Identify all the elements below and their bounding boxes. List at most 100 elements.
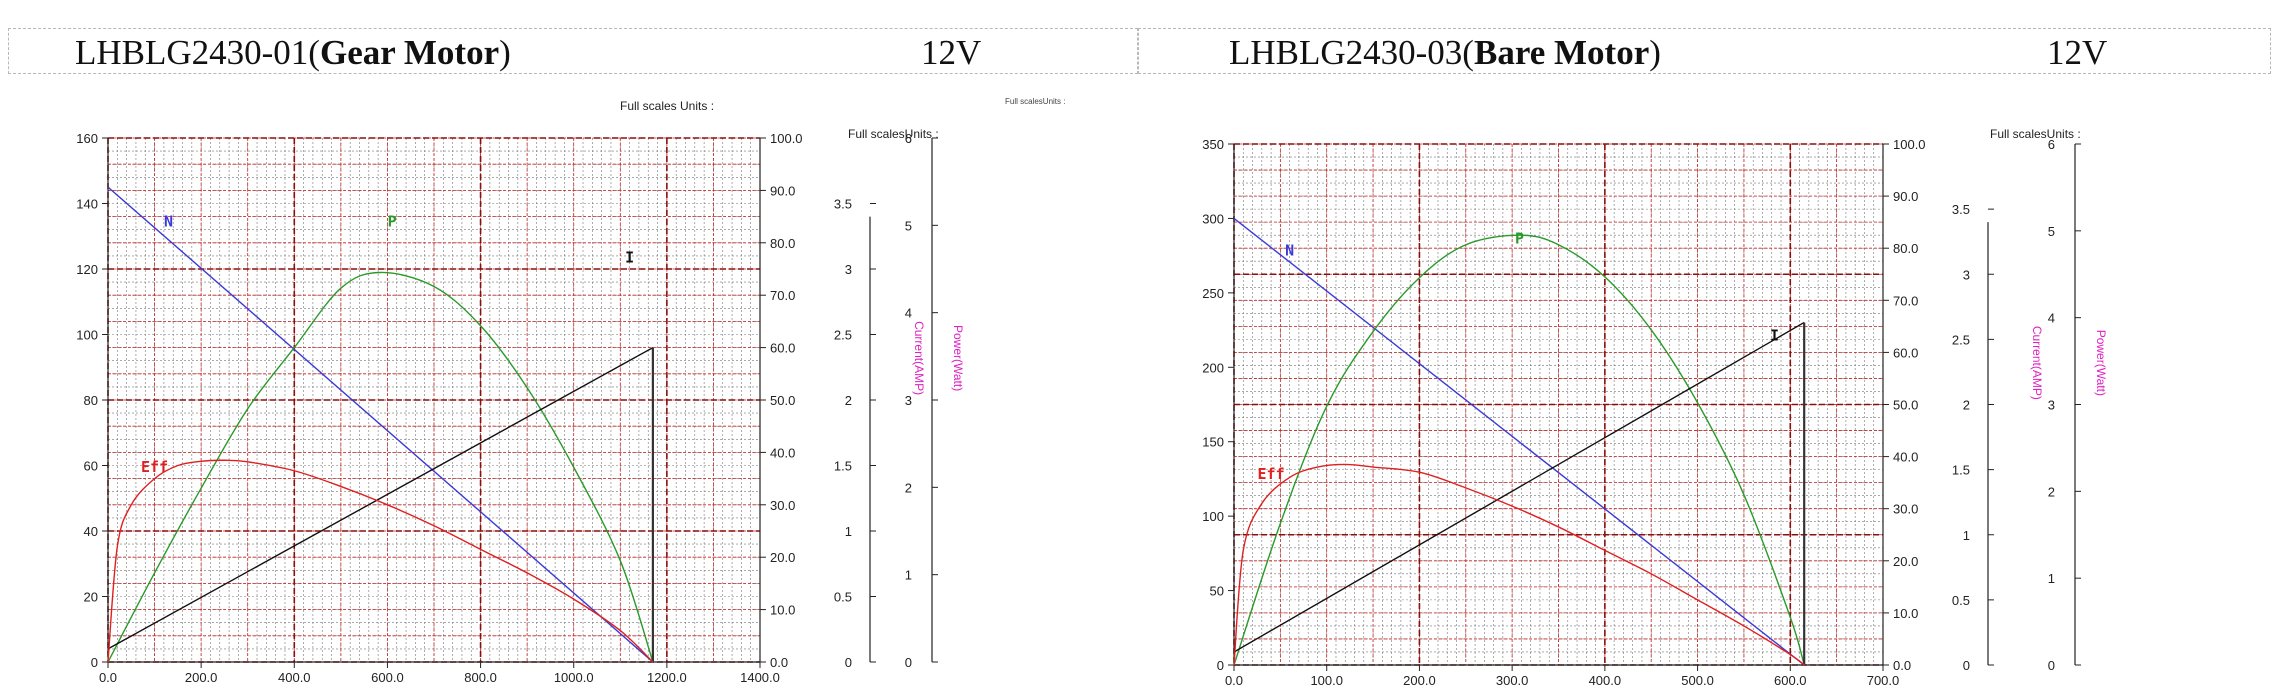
eff-tick-label: 40.0 xyxy=(770,445,795,460)
left-tick-label: 80 xyxy=(84,393,98,408)
current-tick-label: 3.5 xyxy=(834,197,852,212)
left-tick-label: 60 xyxy=(84,459,98,474)
x-tick-label: 0.0 xyxy=(1225,673,1243,686)
left-tick-label: 100 xyxy=(1202,509,1224,524)
left-tick-label: 160 xyxy=(76,131,98,146)
eff-tick-label: 80.0 xyxy=(770,236,795,251)
power-tick-label: 1 xyxy=(905,568,912,583)
current-axis-title: Current(AMP) xyxy=(2030,326,2044,400)
current-tick-label: 3 xyxy=(1963,267,1970,282)
left-tick-label: 50 xyxy=(1210,584,1224,599)
x-tick-label: 100.0 xyxy=(1310,673,1343,686)
eff-tick-label: 50.0 xyxy=(1893,398,1918,413)
current-tick-label: 1.5 xyxy=(1952,463,1970,478)
x-tick-label: 400.0 xyxy=(1589,673,1622,686)
x-tick-label: 200.0 xyxy=(1403,673,1436,686)
voltage-label-right: 12V xyxy=(2047,33,2108,72)
eff-tick-label: 0.0 xyxy=(770,655,788,670)
series-label-p: P xyxy=(1515,230,1524,248)
chart-title-left: LHBLG2430-01(Gear Motor) xyxy=(75,33,511,72)
eff-tick-label: 30.0 xyxy=(770,498,795,513)
current-tick-label: 1 xyxy=(1963,528,1970,543)
series-label-n: N xyxy=(164,212,173,230)
eff-tick-label: 20.0 xyxy=(1893,554,1918,569)
x-tick-label: 1400.0 xyxy=(740,670,780,685)
left-tick-label: 140 xyxy=(76,197,98,212)
x-tick-label: 500.0 xyxy=(1681,673,1714,686)
current-tick-label: 0.5 xyxy=(1952,593,1970,608)
series-eff-line xyxy=(1233,463,1805,666)
series-label-i: I xyxy=(625,248,634,266)
series-i-line xyxy=(1233,321,1805,653)
current-tick-label: 0.5 xyxy=(834,590,852,605)
header-bar-left: LHBLG2430-01(Gear Motor) 12V xyxy=(8,28,1138,74)
power-tick-label: 1 xyxy=(2048,571,2055,586)
eff-tick-label: 70.0 xyxy=(1893,293,1918,308)
left-tick-label: 350 xyxy=(1202,137,1224,152)
power-axis-title: Power(Watt) xyxy=(2094,330,2108,396)
eff-tick-label: 70.0 xyxy=(770,288,795,303)
series-i-line xyxy=(107,346,654,650)
power-tick-label: 0 xyxy=(2048,658,2055,673)
motor-curve-chart-bare: 0.0 100.0 200.0 300.0 400.0 500.0 600.0 700.005… xyxy=(1202,127,2108,686)
eff-tick-label: 50.0 xyxy=(770,393,795,408)
current-tick-label: 2.5 xyxy=(1952,332,1970,347)
series-eff-line xyxy=(107,459,654,663)
eff-tick-label: 100.0 xyxy=(1893,137,1926,152)
left-tick-label: 300 xyxy=(1202,211,1224,226)
full-scale-label: Full scalesUnits : xyxy=(1990,127,2081,141)
series-label-eff: Eff xyxy=(1258,465,1285,483)
series-n-line xyxy=(107,186,654,663)
power-axis-title: Power(Watt) xyxy=(951,325,965,391)
series-label-n: N xyxy=(1285,242,1294,260)
eff-tick-label: 10.0 xyxy=(770,603,795,618)
x-tick-label: 700.0 xyxy=(1867,673,1900,686)
eff-tick-label: 60.0 xyxy=(1893,345,1918,360)
series-p-line xyxy=(1233,234,1805,666)
eff-tick-label: 100.0 xyxy=(770,131,803,146)
left-tick-label: 250 xyxy=(1202,286,1224,301)
power-tick-label: 3 xyxy=(2048,398,2055,413)
eff-tick-label: 60.0 xyxy=(770,341,795,356)
x-tick-label: 300.0 xyxy=(1496,673,1529,686)
full-scale-label-2: Full scalesUnits : xyxy=(848,127,939,141)
eff-tick-label: 10.0 xyxy=(1893,606,1918,621)
series-label-p: P xyxy=(388,212,397,230)
full-scale-label: Full scales Units : xyxy=(620,99,714,113)
power-tick-label: 4 xyxy=(2048,311,2055,326)
x-tick-label: 200.0 xyxy=(185,670,218,685)
eff-tick-label: 20.0 xyxy=(770,550,795,565)
power-tick-label: 2 xyxy=(2048,484,2055,499)
left-tick-label: 20 xyxy=(84,590,98,605)
series-label-eff: Eff xyxy=(141,458,168,476)
current-tick-label: 3.5 xyxy=(1952,202,1970,217)
eff-tick-label: 30.0 xyxy=(1893,502,1918,517)
left-tick-label: 100 xyxy=(76,328,98,343)
current-tick-label: 3 xyxy=(845,262,852,277)
eff-tick-label: 40.0 xyxy=(1893,450,1918,465)
x-tick-label: 800.0 xyxy=(464,670,497,685)
x-tick-label: 0.0 xyxy=(99,670,117,685)
x-tick-label: 1200.0 xyxy=(647,670,687,685)
full-scale-label-3: Full scalesUnits : xyxy=(1005,97,1065,106)
left-tick-label: 150 xyxy=(1202,435,1224,450)
left-tick-label: 40 xyxy=(84,524,98,539)
x-tick-label: 400.0 xyxy=(278,670,311,685)
left-tick-label: 200 xyxy=(1202,360,1224,375)
x-tick-label: 1000.0 xyxy=(554,670,594,685)
series-label-i: I xyxy=(1770,326,1779,344)
x-tick-label: 600.0 xyxy=(1774,673,1807,686)
eff-tick-label: 0.0 xyxy=(1893,658,1911,673)
left-tick-label: 0 xyxy=(1217,658,1224,673)
motor-curve-chart-gear: 0.0 200.0 400.0 600.0 800.0 1000.0 1200.0 1400.… xyxy=(76,97,1065,685)
left-tick-label: 0 xyxy=(91,655,98,670)
chart-title-right: LHBLG2430-03(Bare Motor) xyxy=(1229,33,1661,72)
power-tick-label: 5 xyxy=(2048,224,2055,239)
power-tick-label: 0 xyxy=(905,655,912,670)
current-tick-label: 2 xyxy=(1963,398,1970,413)
current-tick-label: 0 xyxy=(1963,658,1970,673)
current-tick-label: 2.5 xyxy=(834,328,852,343)
eff-tick-label: 80.0 xyxy=(1893,241,1918,256)
power-tick-label: 2 xyxy=(905,480,912,495)
header-bar-right: LHBLG2430-03(Bare Motor) 12V xyxy=(1138,28,2271,74)
